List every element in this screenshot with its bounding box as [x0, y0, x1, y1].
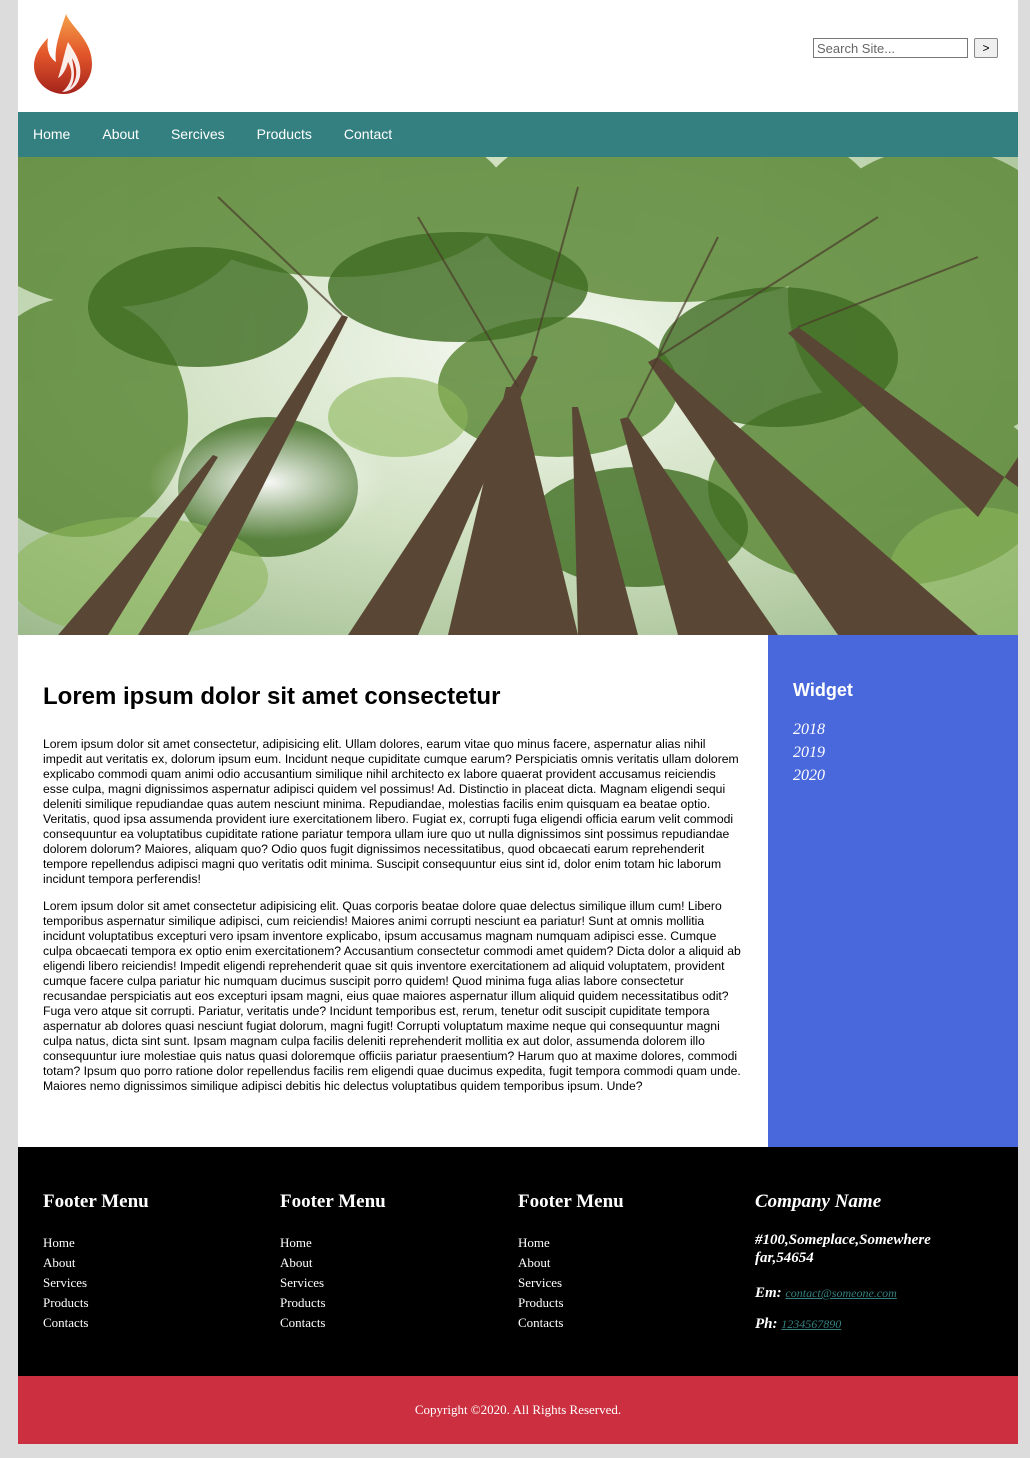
copyright-bar: Copyright ©2020. All Rights Reserved.	[18, 1376, 1018, 1444]
main-nav: Home About Sercives Products Contact	[18, 112, 1018, 157]
widget-item-2020[interactable]: 2020	[793, 764, 825, 787]
email-label: Em:	[755, 1285, 782, 1301]
footer-menu-title: Footer Menu	[280, 1191, 386, 1212]
sidebar-widget: Widget 2018 2019 2020	[768, 635, 1018, 1147]
company-email-row: Em: contact@someone.com	[755, 1285, 965, 1302]
company-name: Company Name	[755, 1191, 882, 1212]
footer-menu-title: Footer Menu	[43, 1191, 149, 1212]
widget-item-2019[interactable]: 2019	[793, 741, 825, 764]
flame-logo-icon[interactable]	[32, 12, 96, 96]
nav-item-products[interactable]: Products	[242, 112, 329, 157]
footer-link-products[interactable]: Products	[518, 1295, 564, 1310]
nav-item-services[interactable]: Sercives	[156, 112, 242, 157]
main-content: Lorem ipsum dolor sit amet consectetur L…	[18, 635, 768, 1147]
footer-link-contacts[interactable]: Contacts	[518, 1315, 564, 1330]
footer-link-contacts[interactable]: Contacts	[280, 1315, 326, 1330]
copyright-text: Copyright ©2020. All Rights Reserved.	[414, 1402, 622, 1417]
footer-link-services[interactable]: Services	[43, 1275, 87, 1290]
body-paragraph: Lorem ipsum dolor sit amet consectetur, …	[43, 737, 739, 886]
footer-menu-2: Footer Menu Home About Services Products…	[280, 1191, 386, 1333]
footer-link-about[interactable]: About	[518, 1255, 551, 1270]
nav-item-about[interactable]: About	[87, 112, 156, 157]
hero-image	[18, 157, 1018, 635]
footer-link-home[interactable]: Home	[280, 1235, 312, 1250]
footer-link-products[interactable]: Products	[43, 1295, 89, 1310]
nav-item-contact[interactable]: Contact	[329, 112, 409, 157]
phone-label: Ph:	[755, 1316, 778, 1332]
footer-link-services[interactable]: Services	[518, 1275, 562, 1290]
nav-item-home[interactable]: Home	[18, 112, 87, 157]
body-paragraph: Lorem ipsum dolor sit amet consectetur a…	[43, 899, 741, 1093]
widget-title: Widget	[793, 680, 853, 700]
widget-list: 2018 2019 2020	[793, 718, 825, 787]
email-link[interactable]: contact@someone.com	[785, 1286, 896, 1300]
site-header: >	[18, 0, 1018, 112]
footer-menu-title: Footer Menu	[518, 1191, 624, 1212]
page-title: Lorem ipsum dolor sit amet consectetur	[43, 683, 501, 710]
page: > Home About Sercives Products Contact	[18, 0, 1018, 1444]
footer-link-contacts[interactable]: Contacts	[43, 1315, 89, 1330]
footer-link-home[interactable]: Home	[518, 1235, 550, 1250]
footer-link-about[interactable]: About	[43, 1255, 76, 1270]
widget-item-2018[interactable]: 2018	[793, 718, 825, 741]
company-info: Company Name #100,Someplace,Somewhere fa…	[755, 1191, 965, 1333]
company-phone-row: Ph: 1234567890	[755, 1316, 965, 1333]
footer-link-about[interactable]: About	[280, 1255, 313, 1270]
footer-link-products[interactable]: Products	[280, 1295, 326, 1310]
footer-menu-3: Footer Menu Home About Services Products…	[518, 1191, 624, 1333]
search-input[interactable]	[813, 38, 968, 58]
search-submit-button[interactable]: >	[974, 38, 998, 58]
search-form: >	[813, 38, 998, 58]
forest-canopy-image	[18, 157, 1018, 635]
site-footer: Footer Menu Home About Services Products…	[18, 1147, 1018, 1376]
footer-menu-1: Footer Menu Home About Services Products…	[43, 1191, 149, 1333]
footer-link-services[interactable]: Services	[280, 1275, 324, 1290]
phone-link[interactable]: 1234567890	[781, 1317, 841, 1331]
footer-link-home[interactable]: Home	[43, 1235, 75, 1250]
company-address: #100,Someplace,Somewhere far,54654	[755, 1232, 931, 1266]
